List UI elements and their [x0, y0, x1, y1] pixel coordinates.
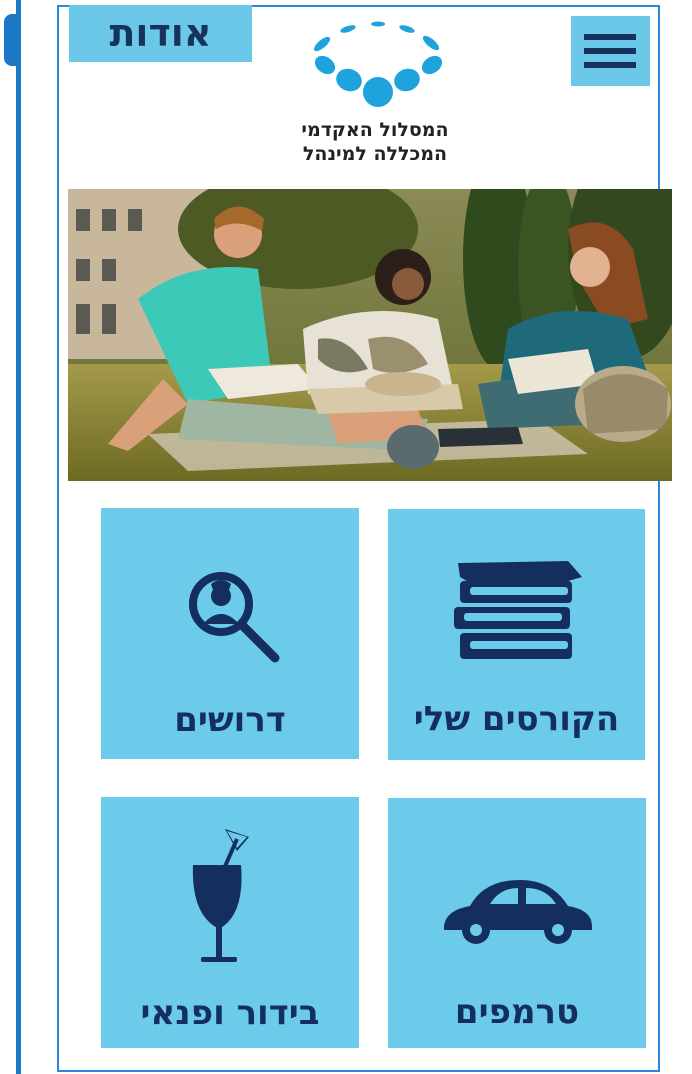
side-drawer-tab[interactable] [4, 14, 16, 66]
tile-entertainment[interactable]: בידור ופנאי [101, 797, 359, 1048]
menu-bar-icon [584, 48, 636, 54]
car-icon [444, 880, 592, 944]
tile-rides[interactable]: טרמפים [388, 798, 646, 1048]
tile-my-courses[interactable]: הקורסים שלי [388, 509, 645, 760]
logo-line-2: המכללה למינהל [302, 143, 448, 165]
logo-line-1: המסלול האקדמי [301, 119, 449, 141]
cocktail-icon [192, 829, 249, 962]
tile-jobs[interactable]: דרושים [101, 508, 359, 759]
hero-image [68, 189, 672, 481]
about-button[interactable]: אודות [69, 5, 252, 62]
job-search-icon [189, 572, 280, 663]
tile-label-my-courses: הקורסים שלי [413, 699, 620, 739]
tile-label-entertainment: בידור ופנאי [140, 993, 320, 1033]
hamburger-menu-button[interactable] [571, 16, 650, 86]
books-icon [454, 561, 582, 659]
logo-caption: המסלול האקדמי המכללה למינהל [270, 118, 480, 166]
tile-label-rides: טרמפים [454, 992, 580, 1032]
tile-label-jobs: דרושים [174, 700, 286, 740]
menu-bar-icon [584, 62, 636, 68]
left-edge-rail [16, 0, 21, 1074]
menu-bar-icon [584, 34, 636, 40]
